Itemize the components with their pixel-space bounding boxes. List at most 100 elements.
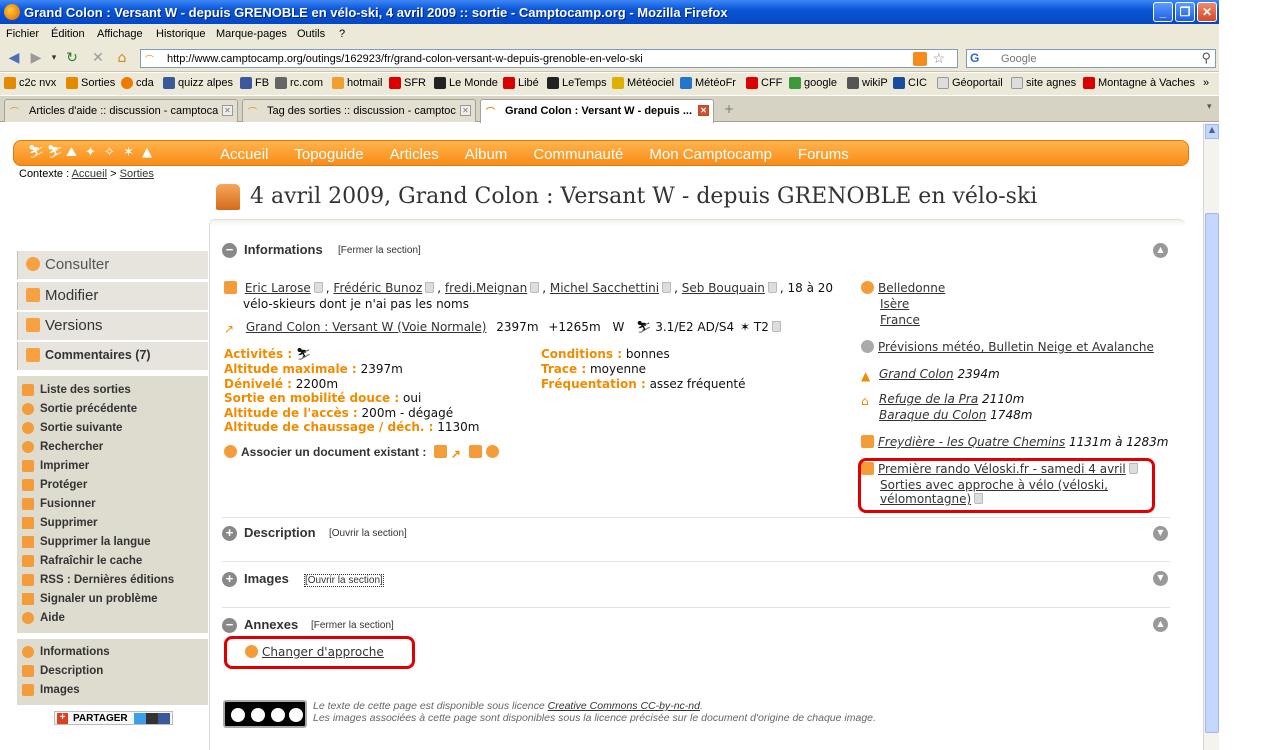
collapse-icon[interactable]: − bbox=[222, 618, 237, 633]
tab-tag-sorties[interactable]: ⌒ Tag des sorties :: discussion - campto… bbox=[242, 99, 476, 122]
sidebar-commentaires[interactable]: Commentaires (7) bbox=[17, 342, 208, 370]
bookmark-item[interactable]: Libé bbox=[503, 77, 539, 89]
sidebar-consulter[interactable]: Consulter bbox=[17, 251, 208, 279]
paragliding-icon[interactable]: ▲ bbox=[142, 145, 156, 161]
nav-accueil[interactable]: Accueil bbox=[220, 146, 268, 163]
article-doc-icon[interactable] bbox=[468, 445, 482, 458]
trash-icon[interactable] bbox=[313, 282, 323, 293]
section-toggle[interactable]: [Ouvrir la section] bbox=[329, 528, 407, 539]
trash-icon[interactable] bbox=[530, 282, 540, 293]
minimize-button[interactable]: _ bbox=[1153, 2, 1173, 22]
menu-affichage[interactable]: Affichage bbox=[97, 28, 143, 40]
tab-close-icon[interactable]: ✕ bbox=[698, 105, 709, 116]
trash-icon[interactable] bbox=[767, 282, 777, 293]
section-expand-arrow-icon[interactable]: ▼ bbox=[1153, 571, 1168, 586]
stop-icon[interactable]: ✕ bbox=[88, 48, 108, 68]
collapse-icon[interactable]: − bbox=[222, 243, 237, 258]
bookmark-item[interactable]: hotmail bbox=[332, 77, 382, 89]
nav-communaute[interactable]: Communauté bbox=[533, 146, 623, 163]
address-bar[interactable]: ⌒ http://www.camptocamp.org/outings/1629… bbox=[140, 49, 958, 68]
participant-link[interactable]: Michel Sacchettini bbox=[550, 281, 659, 295]
bookmark-item[interactable]: rc.com bbox=[275, 77, 323, 89]
menu-edition[interactable]: Édition bbox=[51, 28, 85, 40]
address-url[interactable]: http://www.camptocamp.org/outings/162923… bbox=[167, 53, 643, 65]
close-window-button[interactable]: ✕ bbox=[1197, 2, 1217, 22]
section-collapse-arrow-icon[interactable]: ▲ bbox=[1153, 243, 1168, 258]
add-icon[interactable] bbox=[224, 445, 237, 458]
route-doc-icon[interactable]: ↗ bbox=[451, 447, 465, 461]
summit-doc-icon[interactable] bbox=[433, 445, 447, 458]
bookmark-item[interactable]: Sorties bbox=[66, 77, 115, 89]
bookmark-item[interactable]: CFF bbox=[746, 77, 782, 89]
menu-outils[interactable]: Outils bbox=[297, 28, 325, 40]
menu-historique[interactable]: Historique bbox=[156, 28, 206, 40]
route-link[interactable]: Grand Colon : Versant W (Voie Normale) bbox=[246, 320, 487, 334]
nav-album[interactable]: Album bbox=[465, 146, 508, 163]
bookmark-item[interactable]: SFR bbox=[389, 77, 426, 89]
tab-grand-colon[interactable]: ⌒ Grand Colon : Versant W - depuis ... ✕ bbox=[480, 99, 714, 123]
google-icon[interactable]: G bbox=[970, 51, 979, 65]
menu-fichier[interactable]: Fichier bbox=[6, 28, 39, 40]
bookmark-item[interactable]: cda bbox=[121, 77, 154, 89]
nav-topoguide[interactable]: Topoguide bbox=[294, 146, 363, 163]
expand-icon[interactable]: + bbox=[222, 572, 237, 587]
history-dropdown-icon[interactable]: ▾ bbox=[44, 48, 64, 68]
rss-icon[interactable] bbox=[913, 52, 927, 66]
participant-link[interactable]: Frédéric Bunoz bbox=[333, 281, 422, 295]
menu-help[interactable]: ? bbox=[339, 28, 345, 40]
section-toggle[interactable]: [Fermer la section] bbox=[311, 620, 394, 631]
tab-articles-aide[interactable]: ⌒ Articles d'aide :: discussion - campto… bbox=[4, 99, 238, 122]
search-input[interactable] bbox=[1001, 51, 1181, 66]
new-tab-icon[interactable]: + bbox=[724, 102, 734, 116]
bookmark-item[interactable]: wikiP bbox=[847, 77, 888, 89]
bookmark-item[interactable]: quizz alpes bbox=[163, 77, 233, 89]
forward-icon[interactable]: ▶ bbox=[26, 48, 46, 68]
bookmark-item[interactable]: Géoportail bbox=[937, 77, 1003, 89]
nav-mon-camptocamp[interactable]: Mon Camptocamp bbox=[649, 146, 772, 163]
back-icon[interactable]: ◀ bbox=[4, 48, 24, 68]
tab-close-icon[interactable]: ✕ bbox=[460, 105, 471, 116]
section-collapse-arrow-icon[interactable]: ▲ bbox=[1153, 617, 1168, 632]
sidebar-modifier[interactable]: Modifier bbox=[17, 282, 208, 310]
area-belledonne[interactable]: Belledonne bbox=[878, 281, 945, 295]
bookmark-item[interactable]: google bbox=[789, 77, 837, 89]
participant-link[interactable]: fredi.Meignan bbox=[445, 281, 527, 295]
nav-forums[interactable]: Forums bbox=[798, 146, 849, 163]
trash-icon[interactable] bbox=[425, 282, 435, 293]
search-icon[interactable]: ⚲ bbox=[1201, 50, 1211, 66]
scroll-up-icon[interactable]: ▲ bbox=[1205, 124, 1219, 139]
bookmark-star-icon[interactable]: ☆ bbox=[932, 50, 945, 67]
restore-button[interactable]: ❐ bbox=[1175, 2, 1195, 22]
bookmark-item[interactable]: Le Monde bbox=[434, 77, 498, 89]
ski-icon[interactable]: ⛷ bbox=[28, 145, 45, 161]
bookmark-item[interactable]: CIC bbox=[893, 77, 927, 89]
section-expand-arrow-icon[interactable]: ▼ bbox=[1153, 526, 1168, 541]
section-toggle[interactable]: [Fermer la section] bbox=[338, 245, 421, 256]
home-icon[interactable]: ⌂ bbox=[112, 48, 132, 68]
section-toggle[interactable]: [Ouvrir la section] bbox=[304, 574, 384, 587]
snowshoe-icon[interactable]: ⛷ bbox=[47, 145, 64, 161]
bookmark-item[interactable]: MétéoFr bbox=[680, 77, 736, 89]
bookmarks-overflow-button[interactable]: » bbox=[1203, 77, 1209, 89]
ice-climbing-icon[interactable]: ✦ bbox=[85, 145, 99, 161]
hiking-icon[interactable]: ✶ bbox=[123, 145, 137, 161]
breadcrumb-sorties[interactable]: Sorties bbox=[120, 168, 154, 180]
bookmark-item[interactable]: FB bbox=[240, 77, 269, 89]
mountaineering-icon[interactable]: ⛰ bbox=[66, 145, 80, 161]
page-scrollbar[interactable]: ▲ bbox=[1203, 123, 1219, 750]
bookmark-item[interactable]: Montagne à Vaches bbox=[1083, 77, 1195, 89]
bookmark-item[interactable]: c2c nvx bbox=[4, 77, 56, 89]
reload-icon[interactable]: ↻ bbox=[62, 48, 82, 68]
licence-link[interactable]: Creative Commons CC-by-nc-nd bbox=[548, 700, 700, 712]
bookmark-item[interactable]: LeTemps bbox=[547, 77, 607, 89]
trash-icon[interactable] bbox=[771, 321, 781, 332]
creative-commons-icon[interactable] bbox=[223, 700, 307, 728]
search-box[interactable]: G ⚲ bbox=[966, 49, 1216, 68]
tab-list-icon[interactable]: ▾ bbox=[1207, 102, 1212, 112]
scrollbar-thumb[interactable] bbox=[1205, 213, 1219, 733]
share-button[interactable]: + PARTAGER bbox=[54, 711, 173, 725]
bookmark-item[interactable]: site agnes bbox=[1011, 77, 1076, 89]
tab-close-icon[interactable]: ✕ bbox=[222, 105, 233, 116]
rock-climbing-icon[interactable]: ✧ bbox=[104, 145, 118, 161]
nav-articles[interactable]: Articles bbox=[390, 146, 439, 163]
